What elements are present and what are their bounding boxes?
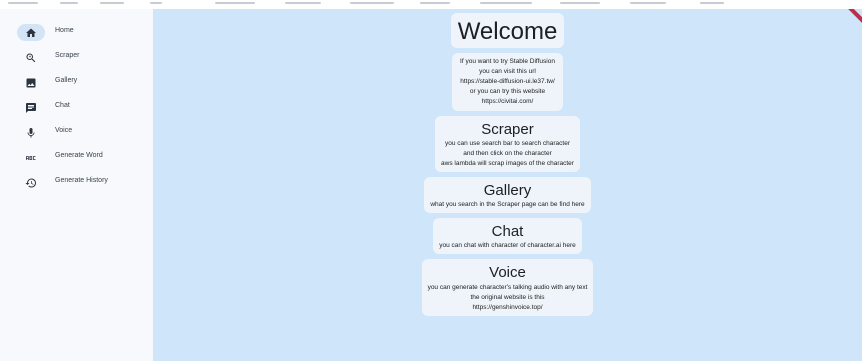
microphone-icon [17, 124, 45, 141]
navigation-rail: Home Scraper Gallery Chat Voice Generate… [0, 9, 153, 361]
nav-item-home[interactable]: Home [0, 22, 153, 47]
stable-diffusion-info-card: If you want to try Stable Diffusion you … [452, 52, 563, 111]
top-strip-decoration [8, 2, 724, 4]
image-icon [17, 74, 45, 91]
nav-item-generate-history[interactable]: Generate History [0, 172, 153, 197]
nav-item-scraper[interactable]: Scraper [0, 47, 153, 72]
section-line: what you search in the Scraper page can … [430, 201, 585, 209]
top-status-strip [0, 0, 862, 9]
page-title: Welcome [457, 18, 558, 45]
section-title: Scraper [481, 120, 534, 138]
debug-banner [846, 9, 862, 25]
section-line: the original website is this [470, 293, 545, 301]
info-line: or you can try this website [469, 87, 546, 95]
scraper-card: Scraper you can use search bar to search… [435, 115, 580, 172]
section-line: and then click on the character [463, 149, 552, 157]
nav-item-label: Chat [55, 102, 70, 109]
section-title: Voice [489, 264, 526, 282]
nav-item-label: Gallery [55, 77, 78, 84]
section-line: you can generate character's talking aud… [427, 283, 588, 291]
info-line: you can visit this url [479, 67, 536, 75]
home-icon [17, 24, 45, 41]
nav-item-label: Scraper [55, 52, 80, 59]
debug-banner-ribbon [846, 9, 862, 25]
welcome-card: Welcome [450, 13, 565, 48]
info-line: If you want to try Stable Diffusion [460, 57, 555, 65]
section-title: Gallery [483, 181, 532, 199]
section-line: you can use search bar to search charact… [444, 139, 570, 147]
chat-card: Chat you can chat with character of char… [433, 218, 582, 255]
home-content: Welcome If you want to try Stable Diffus… [153, 9, 862, 361]
history-icon [17, 174, 45, 191]
chat-icon [17, 99, 45, 116]
info-line: https://stable-diffusion-ui.le37.tw/ [460, 77, 555, 85]
nav-item-chat[interactable]: Chat [0, 97, 153, 122]
nav-item-gallery[interactable]: Gallery [0, 72, 153, 97]
abc-icon [17, 149, 45, 166]
section-title: Chat [491, 223, 524, 241]
nav-item-label: Generate Word [55, 152, 103, 159]
nav-item-voice[interactable]: Voice [0, 122, 153, 147]
section-line: you can chat with character of character… [439, 242, 576, 250]
search-icon [17, 49, 45, 66]
section-line: https://genshinvoice.top/ [472, 303, 543, 311]
nav-item-generate-word[interactable]: Generate Word [0, 147, 153, 172]
nav-item-label: Home [55, 27, 74, 34]
nav-item-label: Generate History [55, 177, 108, 184]
section-line: aws lambda will scrap images of the char… [441, 159, 574, 167]
info-line: https://civitai.com/ [481, 97, 534, 105]
voice-card: Voice you can generate character's talki… [421, 259, 594, 316]
nav-item-label: Voice [55, 127, 73, 134]
card-column: Welcome If you want to try Stable Diffus… [153, 13, 862, 316]
gallery-card: Gallery what you search in the Scraper p… [424, 176, 591, 214]
